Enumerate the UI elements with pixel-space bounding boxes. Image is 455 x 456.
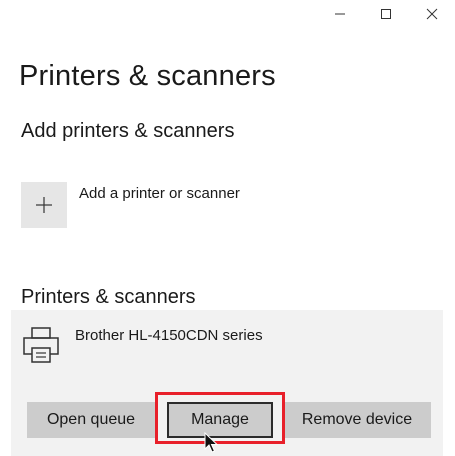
printers-section-heading: Printers & scanners — [21, 286, 196, 308]
manage-button[interactable]: Manage — [167, 402, 273, 438]
maximize-button[interactable] — [363, 0, 409, 28]
close-button[interactable] — [409, 0, 455, 28]
close-icon — [426, 8, 438, 20]
page-title: Printers & scanners — [19, 60, 276, 92]
minimize-button[interactable] — [317, 0, 363, 28]
maximize-icon — [381, 9, 391, 19]
add-printer-button[interactable]: Add a printer or scanner — [21, 182, 240, 228]
printer-list-item[interactable]: Brother HL-4150CDN series Open queue Man… — [11, 310, 443, 456]
printer-name: Brother HL-4150CDN series — [75, 327, 263, 344]
plus-icon — [36, 197, 52, 213]
minimize-icon — [335, 13, 345, 15]
remove-device-button[interactable]: Remove device — [283, 402, 431, 438]
add-section-heading: Add printers & scanners — [21, 120, 235, 142]
printer-icon — [23, 327, 59, 363]
window-controls — [317, 0, 455, 28]
printer-actions: Open queue Manage Remove device — [17, 392, 437, 444]
add-tile — [21, 182, 67, 228]
open-queue-button[interactable]: Open queue — [27, 402, 155, 438]
add-printer-label: Add a printer or scanner — [79, 185, 240, 202]
